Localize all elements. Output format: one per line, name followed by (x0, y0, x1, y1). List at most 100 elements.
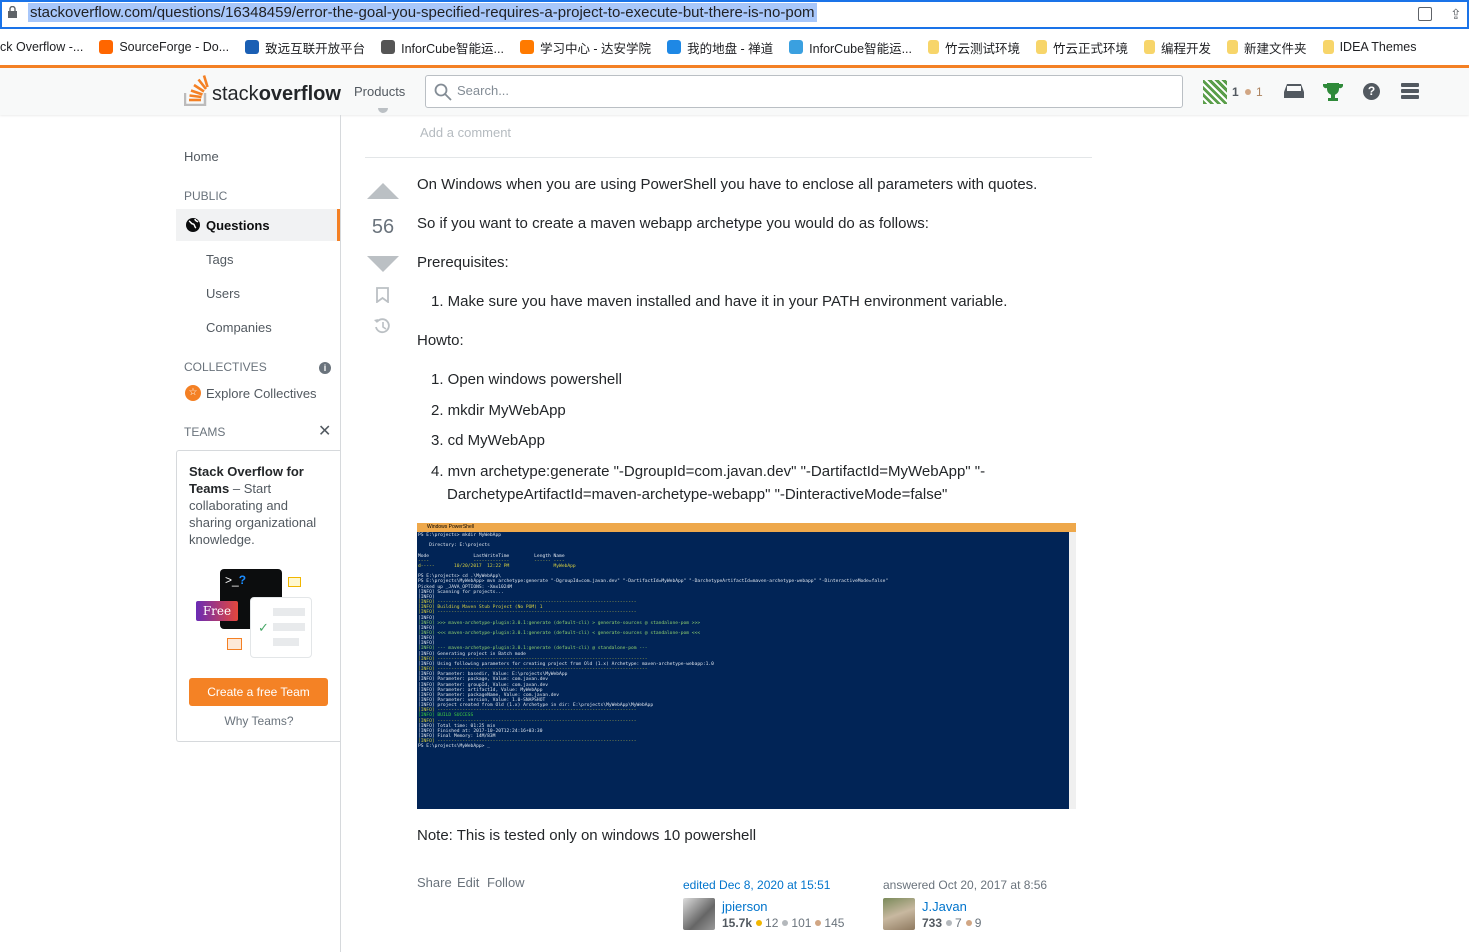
folder-icon (1036, 40, 1048, 54)
free-badge: Free (196, 601, 238, 621)
bookmark-label: 新建文件夹 (1244, 41, 1307, 56)
url-text[interactable]: stackoverflow.com/questions/16348459/err… (28, 3, 817, 22)
bookmark-item[interactable]: 学习中心 - 达安学院 (519, 38, 652, 57)
logo-text-stack: stack (212, 83, 259, 105)
create-team-button[interactable]: Create a free Team (189, 678, 328, 706)
favicon-icon (789, 40, 804, 54)
list-item: 2. mkdir MyWebApp (431, 402, 566, 419)
editor-stats: 15.7k 12 101 145 (722, 916, 844, 930)
search-input[interactable] (457, 83, 1157, 98)
bookmark-icon[interactable] (376, 287, 389, 303)
answerer-stats: 733 7 9 (922, 916, 981, 930)
bookmark-item[interactable]: ck Overflow -... (0, 40, 83, 54)
reputation: 733 (922, 916, 943, 930)
bookmark-item[interactable]: InforCube智能运... (789, 38, 912, 57)
favicon-icon (99, 40, 114, 54)
terminal-title: Windows PowerShell (417, 523, 1076, 532)
list-item: 1. Open windows powershell (431, 371, 622, 388)
translate-icon[interactable] (1418, 7, 1432, 21)
globe-icon (186, 218, 200, 232)
bookmark-item[interactable]: 我的地盘 - 禅道 (667, 38, 773, 57)
sidebar-section-collectives: COLLECTIVES (184, 360, 267, 374)
left-sidebar: Home PUBLIC Questions Tags Users Compani… (176, 115, 341, 952)
site-switcher-icon[interactable] (1401, 83, 1419, 101)
bookmark-label: InforCube智能运... (401, 41, 504, 56)
bookmark-item[interactable]: 新建文件夹 (1227, 38, 1307, 57)
folder-icon (928, 40, 939, 54)
bookmark-label: 编程开发 (1161, 41, 1212, 56)
achievements-icon[interactable] (1323, 82, 1343, 102)
stackoverflow-logo[interactable]: stack overflow (184, 74, 341, 106)
bookmark-item[interactable]: SourceForge - Do... (99, 40, 229, 54)
add-comment-link[interactable]: Add a comment (420, 125, 511, 140)
avatar[interactable] (883, 898, 915, 930)
answered-timestamp: answered Oct 20, 2017 at 8:56 (883, 878, 1048, 892)
sidebar-item-home[interactable]: Home (184, 149, 219, 164)
user-avatar[interactable] (1203, 80, 1227, 104)
close-icon[interactable]: ✕ (318, 421, 331, 441)
teams-illustration: >_? Free ✓ (196, 568, 316, 660)
bookmark-item[interactable]: 竹云正式环境 (1036, 38, 1128, 57)
editor-name[interactable]: jpierson (722, 899, 768, 914)
bookmark-label: ck Overflow -... (0, 40, 84, 54)
search-icon (434, 83, 452, 101)
folder-icon (1322, 40, 1334, 54)
teams-promo: Stack Overflow for Teams – Start collabo… (176, 450, 341, 742)
sidebar-item-users[interactable]: Users (206, 286, 240, 301)
share-icon[interactable]: ⇪ (1450, 6, 1462, 23)
search-box[interactable] (425, 75, 1183, 108)
terminal-line: PS E:\projects\MyWebApp> _ (418, 744, 490, 750)
favicon-icon (667, 40, 682, 54)
share-link[interactable]: Share (417, 875, 452, 890)
help-icon[interactable]: ? (1363, 83, 1380, 100)
list-item: 1. Make sure you have maven installed an… (431, 293, 1008, 310)
bronze-badges: 145 (824, 916, 845, 930)
why-teams-link[interactable]: Why Teams? (177, 714, 341, 728)
sidebar-section-teams: TEAMS (184, 425, 226, 439)
sidebar-item-tags[interactable]: Tags (206, 252, 233, 267)
bookmark-item[interactable]: 编程开发 (1144, 38, 1211, 57)
bronze-badges: 9 (974, 916, 982, 930)
history-icon[interactable] (373, 317, 391, 335)
bookmark-label: 竹云测试环境 (945, 41, 1021, 56)
sidebar-item-explore-collectives[interactable]: Explore Collectives (206, 386, 317, 401)
answer-paragraph: On Windows when you are using PowerShell… (417, 176, 1038, 193)
logo-text-overflow: overflow (258, 83, 341, 105)
bookmark-item[interactable]: IDEA Themes (1322, 40, 1416, 54)
collectives-icon: ☆ (185, 385, 201, 401)
downvote-icon[interactable] (367, 256, 399, 272)
bookmark-label: 学习中心 - 达安学院 (539, 41, 652, 56)
vote-count: 56 (371, 216, 395, 238)
bookmark-label: InforCube智能运... (809, 41, 912, 56)
bookmark-label: SourceForge - Do... (119, 40, 230, 54)
favicon-icon (381, 40, 396, 54)
question-glyph: ? (238, 573, 247, 587)
upvote-icon[interactable] (367, 183, 399, 199)
edited-timestamp[interactable]: edited Dec 8, 2020 at 15:51 (683, 878, 830, 892)
silver-badges: 101 (791, 916, 812, 930)
sidebar-item-companies[interactable]: Companies (206, 320, 272, 335)
bookmark-item[interactable]: InforCube智能运... (381, 38, 504, 57)
answerer-name[interactable]: J.Javan (922, 899, 967, 914)
bronze-count: 1 (1256, 85, 1263, 99)
info-icon[interactable]: i (319, 362, 331, 374)
terminal-output: PS E:\projects> mkdir MyWebApp Directory… (417, 532, 1076, 750)
inbox-icon[interactable] (1284, 82, 1304, 100)
sidebar-section-public: PUBLIC (184, 189, 228, 203)
follow-link[interactable]: Follow (487, 875, 525, 890)
products-menu[interactable]: Products (354, 84, 405, 99)
bookmark-item[interactable]: 致远互联开放平台 (245, 38, 365, 57)
answer-paragraph: So if you want to create a maven webapp … (417, 215, 929, 232)
avatar[interactable] (683, 898, 715, 930)
list-item: 3. cd MyWebApp (431, 432, 545, 449)
gold-badges: 12 (765, 916, 779, 930)
favicon-icon (519, 40, 534, 54)
edit-link[interactable]: Edit (457, 875, 479, 890)
bronze-badge-dot (1245, 89, 1251, 95)
sidebar-item-label: Questions (206, 218, 270, 233)
bookmarks-bar: ck Overflow -... SourceForge - Do... 致远互联开… (0, 31, 1469, 63)
bookmark-item[interactable]: 竹云测试环境 (928, 38, 1020, 57)
bookmark-label: 致远互联开放平台 (265, 41, 366, 56)
sidebar-item-questions[interactable]: Questions (176, 209, 340, 241)
favicon-icon (245, 40, 260, 54)
